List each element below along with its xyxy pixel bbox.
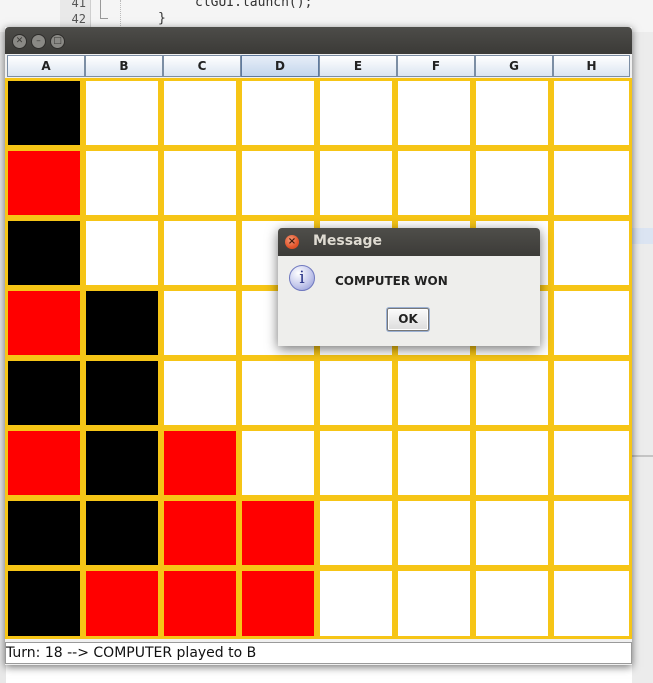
- close-icon[interactable]: ✕: [12, 34, 27, 49]
- board-cell-b-5[interactable]: [83, 358, 161, 428]
- board-cell-f-7[interactable]: [395, 498, 473, 568]
- board-cell-g-7[interactable]: [473, 498, 551, 568]
- dialog-titlebar[interactable]: × Message: [278, 228, 540, 256]
- info-icon: i: [289, 265, 315, 291]
- board-cell-b-7[interactable]: [83, 498, 161, 568]
- board-cell-g-1[interactable]: [473, 78, 551, 148]
- board-cell-c-1[interactable]: [161, 78, 239, 148]
- board-cell-d-2[interactable]: [239, 148, 317, 218]
- status-bar: Turn: 18 --> COMPUTER played to B: [5, 642, 632, 664]
- board-cell-b-2[interactable]: [83, 148, 161, 218]
- board-cell-h-3[interactable]: [551, 218, 632, 288]
- game-window: ✕ – □ ABCDEFGH Turn: 18 --> COMPUTER pla…: [5, 27, 632, 665]
- line-number: 41: [71, 0, 86, 10]
- board-cell-a-3[interactable]: [5, 218, 83, 288]
- board-cell-h-5[interactable]: [551, 358, 632, 428]
- board-cell-c-6[interactable]: [161, 428, 239, 498]
- board-cell-a-8[interactable]: [5, 568, 83, 639]
- board-cell-b-3[interactable]: [83, 218, 161, 288]
- column-header-f[interactable]: F: [397, 55, 475, 77]
- column-header-d[interactable]: D: [241, 55, 319, 77]
- board-cell-h-8[interactable]: [551, 568, 632, 639]
- fold-guide: [100, 0, 101, 18]
- board-cell-b-1[interactable]: [83, 78, 161, 148]
- message-dialog: × Message i COMPUTER WON OK: [278, 228, 540, 346]
- board-cell-a-2[interactable]: [5, 148, 83, 218]
- board-cell-f-5[interactable]: [395, 358, 473, 428]
- dialog-message: COMPUTER WON: [335, 274, 448, 288]
- line-number: 42: [71, 12, 86, 26]
- board-cell-g-2[interactable]: [473, 148, 551, 218]
- dialog-title: Message: [313, 233, 383, 249]
- board-cell-d-5[interactable]: [239, 358, 317, 428]
- column-header-b[interactable]: B: [85, 55, 163, 77]
- closing-brace: }: [158, 11, 166, 26]
- window-titlebar[interactable]: ✕ – □: [5, 27, 632, 54]
- background-selection-band: [632, 228, 653, 244]
- indent-guide: [120, 0, 122, 28]
- board-cell-e-7[interactable]: [317, 498, 395, 568]
- minimize-icon[interactable]: –: [31, 34, 46, 49]
- board-cell-a-5[interactable]: [5, 358, 83, 428]
- fold-guide-end: [100, 18, 108, 19]
- board-cell-b-6[interactable]: [83, 428, 161, 498]
- board-cell-a-6[interactable]: [5, 428, 83, 498]
- close-icon[interactable]: ×: [285, 235, 299, 249]
- board-cell-c-2[interactable]: [161, 148, 239, 218]
- board-cell-h-2[interactable]: [551, 148, 632, 218]
- column-header-row: ABCDEFGH: [7, 55, 630, 77]
- board-cell-e-6[interactable]: [317, 428, 395, 498]
- board-cell-a-7[interactable]: [5, 498, 83, 568]
- board-cell-c-5[interactable]: [161, 358, 239, 428]
- board-cell-g-6[interactable]: [473, 428, 551, 498]
- code-line: clGUI.launch();: [195, 0, 313, 10]
- board-cell-a-1[interactable]: [5, 78, 83, 148]
- board-cell-h-1[interactable]: [551, 78, 632, 148]
- board-cell-d-7[interactable]: [239, 498, 317, 568]
- board-cell-e-2[interactable]: [317, 148, 395, 218]
- board-cell-f-2[interactable]: [395, 148, 473, 218]
- board-cell-h-6[interactable]: [551, 428, 632, 498]
- column-header-g[interactable]: G: [475, 55, 553, 77]
- column-header-h[interactable]: H: [553, 55, 630, 77]
- board-cell-d-1[interactable]: [239, 78, 317, 148]
- background-divider: [632, 455, 653, 457]
- column-header-c[interactable]: C: [163, 55, 241, 77]
- board-cell-f-8[interactable]: [395, 568, 473, 639]
- board-cell-g-8[interactable]: [473, 568, 551, 639]
- ok-button[interactable]: OK: [387, 308, 429, 331]
- column-header-a[interactable]: A: [7, 55, 85, 77]
- board-cell-e-8[interactable]: [317, 568, 395, 639]
- board-cell-f-1[interactable]: [395, 78, 473, 148]
- board-cell-e-1[interactable]: [317, 78, 395, 148]
- board-cell-e-5[interactable]: [317, 358, 395, 428]
- maximize-icon[interactable]: □: [50, 34, 65, 49]
- board-cell-f-6[interactable]: [395, 428, 473, 498]
- board-cell-c-4[interactable]: [161, 288, 239, 358]
- board-cell-b-4[interactable]: [83, 288, 161, 358]
- board-cell-a-4[interactable]: [5, 288, 83, 358]
- board-cell-d-6[interactable]: [239, 428, 317, 498]
- board-cell-c-8[interactable]: [161, 568, 239, 639]
- column-header-e[interactable]: E: [319, 55, 397, 77]
- board-cell-h-4[interactable]: [551, 288, 632, 358]
- background-right-panel: [632, 32, 653, 683]
- board-cell-d-8[interactable]: [239, 568, 317, 639]
- board-cell-c-7[interactable]: [161, 498, 239, 568]
- game-board[interactable]: [5, 78, 632, 639]
- board-cell-c-3[interactable]: [161, 218, 239, 288]
- board-cell-h-7[interactable]: [551, 498, 632, 568]
- board-cell-b-8[interactable]: [83, 568, 161, 639]
- board-cell-g-5[interactable]: [473, 358, 551, 428]
